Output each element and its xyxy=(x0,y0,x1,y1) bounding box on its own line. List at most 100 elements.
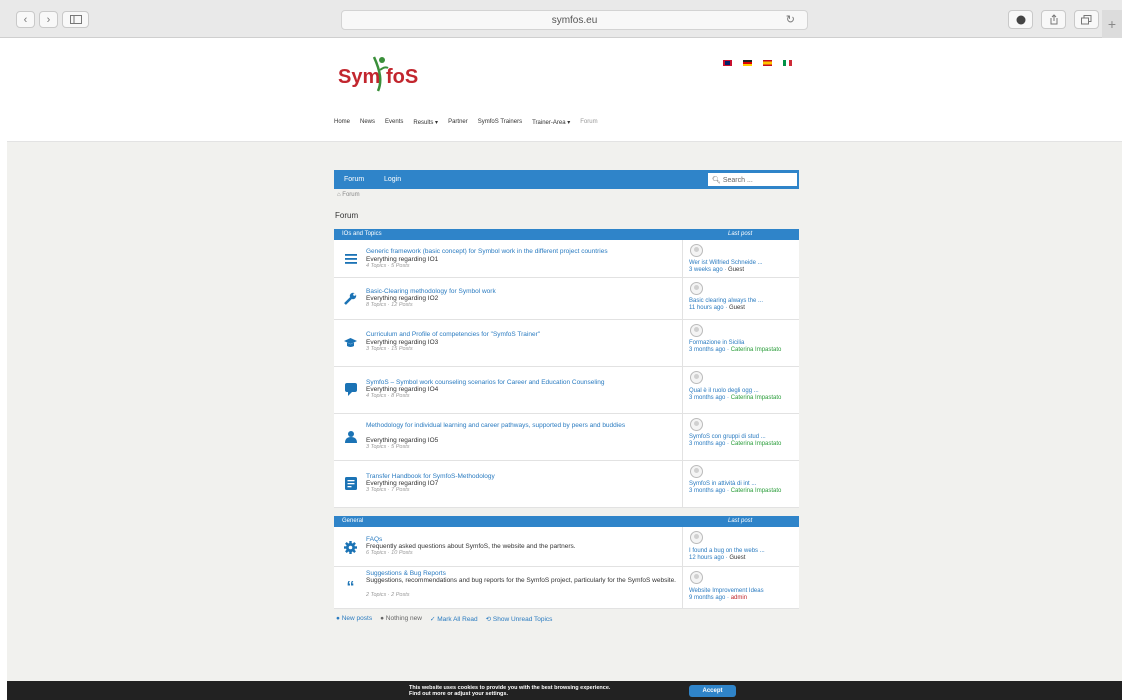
last-post-link[interactable]: Website Improvement Ideas xyxy=(689,588,764,594)
tabs-button[interactable] xyxy=(1074,10,1099,29)
browser-toolbar: ‹ › symfos.eu ↻ + xyxy=(0,0,1122,38)
forum-nav-link[interactable]: Forum xyxy=(344,176,364,183)
show-unread-topics-link[interactable]: ⟲ Show Unread Topics xyxy=(486,615,553,623)
reload-icon[interactable]: ↻ xyxy=(786,13,795,26)
last-post-user: Caterina Impastato xyxy=(730,347,782,353)
menu-item-trainers[interactable]: SymfoS Trainers xyxy=(478,119,522,126)
forward-button[interactable]: › xyxy=(39,11,58,28)
address-bar[interactable]: symfos.eu ↻ xyxy=(341,10,808,30)
forum-section-ios: IOs and Topics Last post Generic framewo… xyxy=(334,229,799,508)
tabs-icon xyxy=(1081,14,1092,24)
last-post-meta: 3 months ago · Caterina Impastato xyxy=(689,441,782,447)
last-post-link[interactable]: Formazione in Sicilia xyxy=(689,340,744,346)
last-post-link[interactable]: SymfoS in attività di int ... xyxy=(689,481,756,487)
last-post-user: Guest xyxy=(728,267,745,273)
section-title[interactable]: IOs and Topics xyxy=(342,231,382,237)
mark-all-read-link[interactable]: ✓ Mark All Read xyxy=(430,615,478,623)
flag-it-icon[interactable] xyxy=(783,60,792,66)
menu-item-home[interactable]: Home xyxy=(334,119,350,126)
last-post-time: 12 hours ago xyxy=(689,555,725,561)
last-post-link[interactable]: Qual è il ruolo degli ogg ... xyxy=(689,388,759,394)
last-post-time: 3 months ago xyxy=(689,347,726,353)
forum-stats: 8 Topics · 12 Posts xyxy=(366,302,413,308)
breadcrumb: ⌂ Forum xyxy=(337,192,360,198)
forum-stats: 3 Topics · 7 Posts xyxy=(366,487,410,493)
forum-title-link[interactable]: Basic-Clearing methodology for Symbol wo… xyxy=(366,288,671,295)
last-post-user: Guest xyxy=(728,305,745,311)
last-post-link[interactable]: Wer ist Wilfried Schneide ... xyxy=(689,260,763,266)
menu-item-news[interactable]: News xyxy=(360,119,375,126)
cookie-settings-link[interactable]: Find out more or adjust your settings. xyxy=(409,691,610,697)
forum-row: FAQs Frequently asked questions about Sy… xyxy=(334,527,799,567)
forum-row: Generic framework (basic concept) for Sy… xyxy=(334,240,799,278)
extension-button[interactable] xyxy=(1008,10,1033,29)
breadcrumb-forum[interactable]: Forum xyxy=(342,192,359,198)
new-tab-button[interactable]: + xyxy=(1102,10,1122,38)
forum-title-link[interactable]: Generic framework (basic concept) for Sy… xyxy=(366,248,671,255)
forum-row: Curriculum and Profile of competencies f… xyxy=(334,320,799,367)
forum-stats: 6 Topics · 10 Posts xyxy=(366,550,413,556)
forum-title-link[interactable]: FAQs xyxy=(366,536,671,543)
last-post-link[interactable]: Basic clearing always the ... xyxy=(689,298,763,304)
avatar xyxy=(690,531,703,544)
avatar xyxy=(690,465,703,478)
share-button[interactable] xyxy=(1041,10,1066,29)
menu-item-trainer-area[interactable]: Trainer-Area ▾ xyxy=(532,119,570,126)
avatar xyxy=(690,418,703,431)
forum-description: Everything regarding IO3 xyxy=(366,339,439,346)
flag-de-icon[interactable] xyxy=(743,60,752,66)
last-post-meta: 11 hours ago · Guest xyxy=(689,305,745,311)
forum-row: Transfer Handbook for SymfoS-Methodology… xyxy=(334,461,799,508)
user-icon xyxy=(344,430,357,443)
menu-item-results[interactable]: Results ▾ xyxy=(413,119,438,126)
last-post-user: Caterina Impastato xyxy=(730,441,782,447)
last-post-meta: 3 months ago · Caterina Impastato xyxy=(689,488,782,494)
forum-stats: 4 Topics · 5 Posts xyxy=(366,263,410,269)
graduation-cap-icon xyxy=(344,336,357,349)
flag-uk-icon[interactable] xyxy=(723,60,732,66)
last-post-user: admin xyxy=(730,595,748,601)
accept-cookies-button[interactable]: Accept xyxy=(689,685,736,697)
last-post-meta: 3 weeks ago · Guest xyxy=(689,267,745,273)
last-post-link[interactable]: I found a bug on the webs ... xyxy=(689,548,765,554)
back-button[interactable]: ‹ xyxy=(16,11,35,28)
menu-item-events[interactable]: Events xyxy=(385,119,403,126)
forum-row: SymfoS – Symbol work counseling scenario… xyxy=(334,367,799,414)
last-post-user: Caterina Impastato xyxy=(730,488,782,494)
cookie-message: This website uses cookies to provide you… xyxy=(409,685,610,697)
sidebar-toggle-button[interactable] xyxy=(62,11,89,28)
search-input[interactable]: 🔍︎ Search ... xyxy=(707,172,798,187)
last-post-time: 3 months ago xyxy=(689,441,726,447)
forum-stats: 2 Topics · 2 Posts xyxy=(366,592,410,598)
login-link[interactable]: Login xyxy=(384,176,401,183)
avatar xyxy=(690,371,703,384)
share-icon xyxy=(1050,14,1057,25)
sidebar-icon xyxy=(69,15,82,24)
list-icon xyxy=(344,252,357,265)
document-icon xyxy=(344,477,357,490)
quote-icon: “ xyxy=(346,578,355,596)
home-icon[interactable]: ⌂ xyxy=(337,192,341,198)
forum-title-link[interactable]: SymfoS – Symbol work counseling scenario… xyxy=(366,379,671,386)
last-post-link[interactable]: SymfoS con gruppi di stud ... xyxy=(689,434,766,440)
circle-icon xyxy=(1016,15,1025,24)
forum-row: “ Suggestions & Bug Reports Suggestions,… xyxy=(334,567,799,609)
flag-es-icon[interactable] xyxy=(763,60,772,66)
section-header: IOs and Topics Last post xyxy=(334,229,799,240)
forum-title-link[interactable]: Suggestions & Bug Reports xyxy=(366,570,671,577)
search-icon: 🔍︎ xyxy=(712,177,721,184)
section-header: General Last post xyxy=(334,516,799,527)
menu-item-forum[interactable]: Forum xyxy=(580,119,597,126)
forum-title-link[interactable]: Transfer Handbook for SymfoS-Methodology xyxy=(366,473,671,480)
section-title[interactable]: General xyxy=(342,518,363,524)
forum-description: Everything regarding IO5 xyxy=(366,437,439,444)
last-post-time: 3 months ago xyxy=(689,395,726,401)
menu-item-partner[interactable]: Partner xyxy=(448,119,468,126)
url-text: symfos.eu xyxy=(551,14,598,26)
forum-title-link[interactable]: Curriculum and Profile of competencies f… xyxy=(366,331,671,338)
search-placeholder: Search ... xyxy=(722,177,753,184)
last-post-time: 3 weeks ago xyxy=(689,267,723,273)
forum-title-link[interactable]: Methodology for individual learning and … xyxy=(366,422,671,429)
site-logo[interactable]: Sym foS xyxy=(338,54,418,96)
nav-buttons: ‹ › xyxy=(16,11,58,28)
